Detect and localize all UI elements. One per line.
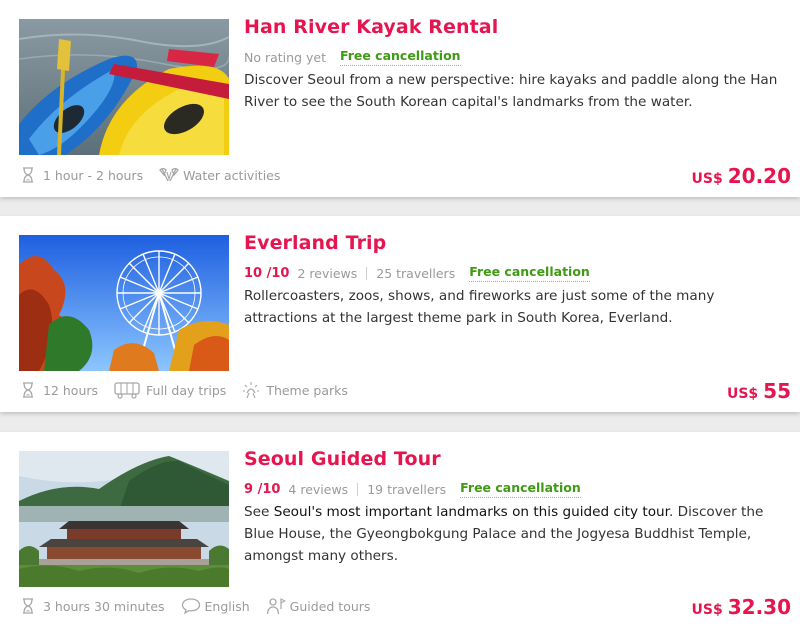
feature-category: Full day trips [114,381,226,399]
review-count[interactable]: 2 reviews [297,266,357,281]
activity-features: 3 hours 30 minutes English Guided tours [19,597,386,615]
feature-category: Theme parks [242,381,348,399]
feature-duration: 12 hours [19,381,98,399]
traveller-count: 19 travellers [367,481,447,497]
activity-description: Rollercoasters, zoos, shows, and firewor… [244,288,715,326]
feature-language: English [181,597,250,615]
feature-category: Water activities [159,166,280,184]
feature-duration: 1 hour - 2 hours [19,166,143,184]
divider [366,266,368,280]
speech-bubble-icon [181,597,200,615]
free-cancellation-badge[interactable]: Free cancellation [460,480,581,498]
seoul-palace-photo[interactable] [19,451,229,587]
hourglass-icon [19,597,37,615]
activity-card-kayak[interactable]: Han River Kayak Rental No rating yet Fre… [0,0,800,197]
paddles-icon [159,166,179,184]
activity-meta: 9 /10 4 reviews 19 travellers Free cance… [244,480,581,498]
activity-price: US$ 55 [727,379,791,403]
activity-price: US$ 20.20 [692,164,791,188]
price-amount: 32.30 [727,595,791,619]
bus-icon [114,381,140,399]
review-count[interactable]: 4 reviews [288,482,348,497]
activity-meta: No rating yet Free cancellation [244,48,461,66]
activity-description: Discover Seoul from a new perspective: h… [244,72,778,110]
activity-list: Han River Kayak Rental No rating yet Fre… [0,0,800,628]
rating-text: No rating yet [244,49,326,65]
sun-icon [242,381,260,399]
activity-meta: 10 /10 2 reviews 25 travellers Free canc… [244,264,590,282]
activity-features: 1 hour - 2 hours Water activities [19,166,296,184]
price-amount: 20.20 [727,164,791,188]
activity-price: US$ 32.30 [692,595,791,619]
activity-card-seoul-tour[interactable]: Seoul Guided Tour 9 /10 4 reviews 19 tra… [0,432,800,628]
rating-score: 10 /10 [244,265,290,281]
description-prefix: See [244,504,274,520]
feature-duration: 3 hours 30 minutes [19,597,165,615]
activity-card-everland[interactable]: Everland Trip 10 /10 2 reviews 25 travel… [0,216,800,412]
feature-label: 12 hours [43,382,99,398]
activity-title[interactable]: Seoul Guided Tour [244,448,441,470]
feature-label: 1 hour - 2 hours [43,167,144,183]
feature-category: Guided tours [266,597,371,615]
price-currency: US$ [726,386,759,402]
feature-label: Guided tours [289,598,371,614]
price-currency: US$ [691,602,723,618]
everland-photo[interactable] [19,235,229,371]
price-amount: 55 [763,379,791,403]
traveller-count: 25 travellers [376,265,456,281]
feature-label: Water activities [183,167,281,183]
free-cancellation-badge[interactable]: Free cancellation [469,264,590,282]
price-currency: US$ [691,171,723,187]
description-emphasis: Seoul's most important landmarks on this… [273,504,669,520]
activity-description: See Seoul's most important landmarks on … [244,501,784,567]
feature-label: English [204,598,250,614]
feature-label: Theme parks [266,382,348,398]
hourglass-icon [19,381,37,399]
kayak-photo[interactable] [19,19,229,155]
feature-label: Full day trips [146,382,227,398]
activity-title[interactable]: Everland Trip [244,232,386,254]
hourglass-icon [19,166,37,184]
guide-icon [266,597,286,615]
activity-features: 12 hours Full day trips Theme parks [19,381,364,399]
divider [357,482,359,496]
free-cancellation-badge[interactable]: Free cancellation [339,48,461,66]
activity-title[interactable]: Han River Kayak Rental [244,16,498,38]
feature-label: 3 hours 30 minutes [43,598,165,614]
rating-score: 9 /10 [244,481,281,497]
